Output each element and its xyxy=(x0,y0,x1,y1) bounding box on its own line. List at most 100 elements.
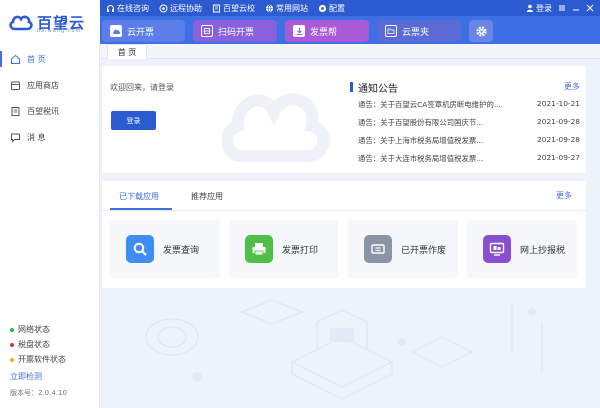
notice-text: 通告：关于上海市税务局增值税发票... xyxy=(358,136,484,145)
ticket-folder-button[interactable]: 云票夹 xyxy=(377,20,461,42)
void-ticket-icon xyxy=(364,235,392,263)
app-void-invoice[interactable]: 已开票作废 xyxy=(348,220,458,278)
link-label: 百望云校 xyxy=(223,3,255,13)
notice-item[interactable]: 通告：关于百望股份有限公司国庆节... 2021-09-28 xyxy=(358,117,580,129)
quick-buttons: 云开票 扫码开票 发票帮 云票夹 xyxy=(102,20,501,42)
scan-invoice-button[interactable]: 扫码开票 xyxy=(193,20,277,42)
globe-icon xyxy=(265,4,274,13)
logo: 百望云 baiwang.com xyxy=(0,0,100,44)
login-button[interactable]: 登录 xyxy=(111,111,156,130)
app-invoice-query[interactable]: 发票查询 xyxy=(110,220,220,278)
status-label: 税盘状态 xyxy=(18,340,50,349)
notice-item[interactable]: 通告：关于大连市税务局增值税发票... 2021-09-27 xyxy=(358,153,580,165)
link-label: 在线咨询 xyxy=(117,3,149,13)
scan-icon xyxy=(201,25,213,37)
cloud-invoice-button[interactable]: 云开票 xyxy=(102,20,185,42)
link-remote-assist[interactable]: 远程协助 xyxy=(159,3,202,14)
printer-icon xyxy=(245,235,273,263)
status-dot xyxy=(10,327,14,332)
sidebar-item-label: 百望税讯 xyxy=(27,106,59,116)
notice-text: 通告：关于百望股份有限公司国庆节... xyxy=(358,118,484,127)
app-label: 发票打印 xyxy=(282,245,319,256)
top-bar: 百望云 baiwang.com 在线咨询 远程协助 百望云校 常用网站 配置 登… xyxy=(0,0,600,44)
top-links: 在线咨询 远程协助 百望云校 常用网站 配置 xyxy=(100,0,600,16)
remote-icon xyxy=(159,4,168,13)
tab-downloaded-apps[interactable]: 已下载应用 xyxy=(119,191,159,202)
version-text: 版本号：2.0.4.10 xyxy=(10,389,67,397)
book-icon xyxy=(212,4,221,13)
link-label: 远程协助 xyxy=(170,3,202,13)
apps-more-link[interactable]: 更多 xyxy=(556,190,572,201)
tab-recommended-apps[interactable]: 推荐应用 xyxy=(191,191,223,202)
notice-text: 通告：关于百望云CA签章机房断电维护的... xyxy=(358,100,501,109)
notice-date: 2021-09-27 xyxy=(537,153,580,162)
search-icon xyxy=(126,235,154,263)
sidebar-item-app-store[interactable]: 应用商店 xyxy=(0,72,99,98)
message-icon xyxy=(10,132,21,143)
link-online-consult[interactable]: 在线咨询 xyxy=(106,3,149,14)
welcome-panel: 欢迎回来，请登录 登录 通知公告 更多 通告：关于百望云CA签章机房断电维护的.… xyxy=(102,66,586,173)
window-controls: 登录 xyxy=(526,0,594,16)
headset-icon xyxy=(106,4,115,13)
app-label: 网上抄报税 xyxy=(520,245,566,256)
notice-date: 2021-09-28 xyxy=(537,135,580,144)
sidebar-item-home[interactable]: 首 页 xyxy=(0,46,99,72)
check-now-link[interactable]: 立即检测 xyxy=(10,371,42,382)
notice-text: 通告：关于大连市税务局增值税发票... xyxy=(358,154,484,163)
network-status: 网络状态 xyxy=(10,324,50,335)
status-dot xyxy=(10,357,14,362)
notice-item[interactable]: 通告：关于百望云CA签章机房断电维护的... 2021-10-21 xyxy=(358,99,580,111)
quick-button-label: 扫码开票 xyxy=(218,27,255,38)
link-label: 常用网站 xyxy=(276,3,308,13)
tab-home[interactable]: 首 页 xyxy=(107,44,147,59)
sidebar-item-label: 应用商店 xyxy=(27,80,59,90)
quick-button-label: 云开票 xyxy=(127,27,155,38)
folder-icon xyxy=(385,25,397,37)
background-illustration xyxy=(145,299,543,400)
notice-title: 通知公告 xyxy=(358,84,398,95)
apps-divider xyxy=(102,210,586,211)
link-common-sites[interactable]: 常用网站 xyxy=(265,3,308,14)
menu-icon[interactable] xyxy=(558,4,566,12)
app-invoice-print[interactable]: 发票打印 xyxy=(229,220,339,278)
apps-panel: 已下载应用 推荐应用 更多 发票查询 发票打印 已开票作废 网上抄报税 xyxy=(102,181,586,288)
minimize-icon[interactable] xyxy=(572,4,580,12)
link-config[interactable]: 配置 xyxy=(318,3,345,14)
app-label: 发票查询 xyxy=(163,245,200,256)
download-icon xyxy=(293,25,305,37)
notice-item[interactable]: 通告：关于上海市税务局增值税发票... 2021-09-28 xyxy=(358,135,580,147)
user-icon xyxy=(526,4,534,12)
config-icon xyxy=(318,4,327,13)
cloud-logo-icon xyxy=(9,15,33,31)
quick-button-label: 云票夹 xyxy=(402,27,430,38)
sidebar: 首 页 应用商店 百望税讯 消 息 网络状态 税盘状态 开票软件状态 立即检测 … xyxy=(0,44,100,408)
login-link[interactable]: 登录 xyxy=(536,3,552,14)
notice-date: 2021-09-28 xyxy=(537,117,580,126)
status-label: 开票软件状态 xyxy=(18,355,66,364)
close-icon[interactable] xyxy=(586,4,594,12)
tax-report-icon xyxy=(483,235,511,263)
settings-button[interactable] xyxy=(469,20,493,42)
cloud-watermark-icon xyxy=(222,93,330,162)
gear-icon xyxy=(475,25,488,38)
invoice-software-status: 开票软件状态 xyxy=(10,354,66,365)
invoice-helper-button[interactable]: 发票帮 xyxy=(285,20,369,42)
welcome-text: 欢迎回来，请登录 xyxy=(110,83,174,92)
taxdisk-status: 税盘状态 xyxy=(10,339,50,350)
home-icon xyxy=(10,54,21,65)
store-icon xyxy=(10,80,21,91)
notice-more-link[interactable]: 更多 xyxy=(564,81,580,92)
notice-marker xyxy=(350,82,353,92)
link-label: 配置 xyxy=(329,3,345,13)
status-label: 网络状态 xyxy=(18,325,50,334)
sidebar-item-label: 首 页 xyxy=(27,54,46,64)
sidebar-item-messages[interactable]: 消 息 xyxy=(0,124,99,150)
logo-subtitle: baiwang.com xyxy=(37,28,82,34)
sidebar-item-news[interactable]: 百望税讯 xyxy=(0,98,99,124)
link-baiwang-school[interactable]: 百望云校 xyxy=(212,3,255,14)
sidebar-item-label: 消 息 xyxy=(27,132,46,142)
status-dot xyxy=(10,342,14,347)
app-online-tax-report[interactable]: 网上抄报税 xyxy=(467,220,577,278)
news-icon xyxy=(10,106,21,117)
page-tabs: 首 页 xyxy=(101,44,600,59)
